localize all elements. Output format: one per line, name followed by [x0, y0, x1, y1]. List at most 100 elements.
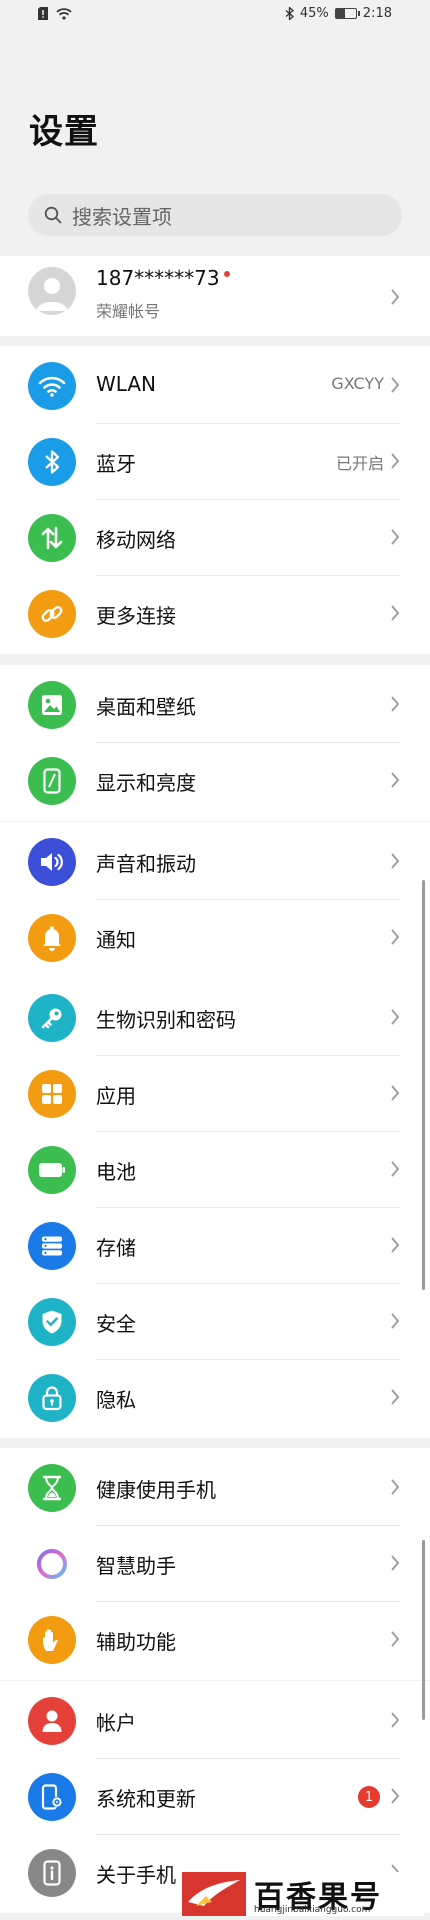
settings-row-label: 声音和振动 — [96, 852, 196, 876]
settings-row-system-update[interactable]: 系统和更新 1 — [0, 1759, 430, 1835]
watermark: 百香果号 huangjinbaixiangguo.com — [182, 1872, 424, 1916]
chevron-right-icon — [391, 289, 400, 305]
storage-icon — [28, 1222, 76, 1270]
settings-row-label: 更多连接 — [96, 604, 176, 628]
search-input[interactable]: 搜索设置项 — [28, 194, 402, 236]
link-icon — [28, 590, 76, 638]
search-icon — [44, 206, 62, 224]
assistant-ring-icon — [28, 1540, 76, 1588]
chevron-right-icon — [391, 529, 400, 545]
privacy-lock-icon — [28, 1374, 76, 1422]
settings-row-assistant[interactable]: 智慧助手 — [0, 1526, 430, 1602]
settings-row-bluetooth[interactable]: 蓝牙 已开启 — [0, 424, 430, 500]
settings-group: 桌面和壁纸显示和亮度 — [0, 665, 430, 821]
phone-brightness-icon — [28, 757, 76, 805]
settings-row-label: 安全 — [96, 1312, 136, 1336]
settings-row-value: 已开启 — [335, 454, 384, 473]
settings-row-biometrics-password[interactable]: 生物识别和密码 — [0, 980, 430, 1056]
settings-row-value: GXCYY — [331, 374, 384, 393]
chevron-right-icon — [391, 1085, 400, 1101]
settings-row-mobile-network[interactable]: 移动网络 — [0, 500, 430, 576]
settings-row-label: 帐户 — [96, 1711, 136, 1735]
settings-row-label: 蓝牙 — [96, 452, 136, 476]
settings-row-label: 隐私 — [96, 1388, 136, 1412]
battery-icon — [28, 1146, 76, 1194]
clock: 2:18 — [362, 6, 392, 21]
picture-icon — [28, 681, 76, 729]
chevron-right-icon — [391, 453, 400, 469]
search-placeholder: 搜索设置项 — [72, 204, 172, 229]
settings-row-label: 智慧助手 — [96, 1554, 176, 1578]
apps-grid-icon — [28, 1070, 76, 1118]
bluetooth-icon — [28, 438, 76, 486]
settings-row-storage[interactable]: 存储 — [0, 1208, 430, 1284]
wifi-status-icon — [56, 7, 72, 20]
chevron-right-icon — [391, 1555, 400, 1571]
settings-row-label: 电池 — [96, 1160, 136, 1184]
battery-percent: 45% — [299, 6, 329, 21]
settings-row-label: 辅助功能 — [96, 1630, 176, 1654]
update-badge: 1 — [358, 1786, 380, 1808]
settings-row-sound-vibration[interactable]: 声音和振动 — [0, 824, 430, 900]
shield-icon — [28, 1298, 76, 1346]
key-icon — [28, 994, 76, 1042]
status-right: 45% 2:18 — [285, 6, 392, 21]
chevron-right-icon — [391, 772, 400, 788]
settings-group: 生物识别和密码应用电池存储安全隐私 — [0, 978, 430, 1438]
settings-row-label: 移动网络 — [96, 528, 176, 552]
watermark-logo — [182, 1872, 246, 1916]
settings-row-display-brightness[interactable]: 显示和亮度 — [0, 743, 430, 819]
settings-row-label: 桌面和壁纸 — [96, 695, 196, 719]
chevron-right-icon — [391, 1237, 400, 1253]
settings-row-label: 存储 — [96, 1236, 136, 1260]
settings-row-label: 健康使用手机 — [96, 1478, 216, 1502]
default-avatar-icon — [36, 278, 68, 311]
settings-row-label: 应用 — [96, 1084, 136, 1108]
settings-row-wlan[interactable]: WLAN GXCYY — [0, 348, 430, 424]
settings-group: 声音和振动 通知 — [0, 822, 430, 978]
wifi-icon — [28, 362, 76, 410]
chevron-right-icon — [391, 696, 400, 712]
sim-alert-icon — [38, 7, 48, 20]
settings-row-home-wallpaper[interactable]: 桌面和壁纸 — [0, 667, 430, 743]
chevron-right-icon — [391, 853, 400, 869]
settings-row-label: WLAN — [96, 372, 157, 396]
settings-group: 健康使用手机 智慧助手辅助功能 — [0, 1448, 430, 1680]
watermark-url: huangjinbaixiangguo.com — [254, 1905, 371, 1915]
chevron-right-icon — [391, 929, 400, 945]
chevron-right-icon — [391, 1389, 400, 1405]
mobile-data-icon — [28, 514, 76, 562]
settings-row-notifications[interactable]: 通知 — [0, 900, 430, 976]
speaker-icon — [28, 838, 76, 886]
settings-row-security[interactable]: 安全 — [0, 1284, 430, 1360]
chevron-right-icon — [391, 377, 400, 393]
chevron-right-icon — [391, 1479, 400, 1495]
user-icon — [28, 1697, 76, 1745]
settings-row-accessibility[interactable]: 辅助功能 — [0, 1602, 430, 1678]
settings-row-accounts[interactable]: 帐户 — [0, 1683, 430, 1759]
phone-gear-icon — [28, 1773, 76, 1821]
settings-row-apps[interactable]: 应用 — [0, 1056, 430, 1132]
scrollbar-lower[interactable] — [422, 1540, 425, 1720]
settings-row-label: 通知 — [96, 928, 136, 952]
battery-status-icon — [334, 8, 360, 19]
chevron-right-icon — [391, 1009, 400, 1025]
account-card[interactable]: 187******73 荣耀帐号 — [0, 256, 430, 336]
settings-row-battery[interactable]: 电池 — [0, 1132, 430, 1208]
account-name: 187******73 — [96, 266, 220, 290]
settings-row-privacy[interactable]: 隐私 — [0, 1360, 430, 1436]
settings-row-label: 显示和亮度 — [96, 771, 196, 795]
settings-row-label: 关于手机 — [96, 1863, 176, 1887]
scrollbar-upper[interactable] — [422, 880, 425, 1290]
chevron-right-icon — [391, 1712, 400, 1728]
bell-icon — [28, 914, 76, 962]
settings-row-more-connections[interactable]: 更多连接 — [0, 576, 430, 652]
chevron-right-icon — [391, 1161, 400, 1177]
page-title: 设置 — [29, 112, 99, 152]
settings-group: WLAN GXCYY 蓝牙 已开启移动网络更多连接 — [0, 346, 430, 654]
hand-icon — [28, 1616, 76, 1664]
phone-info-icon — [28, 1849, 76, 1897]
settings-row-digital-balance[interactable]: 健康使用手机 — [0, 1450, 430, 1526]
chevron-right-icon — [391, 1313, 400, 1329]
avatar — [28, 267, 76, 315]
